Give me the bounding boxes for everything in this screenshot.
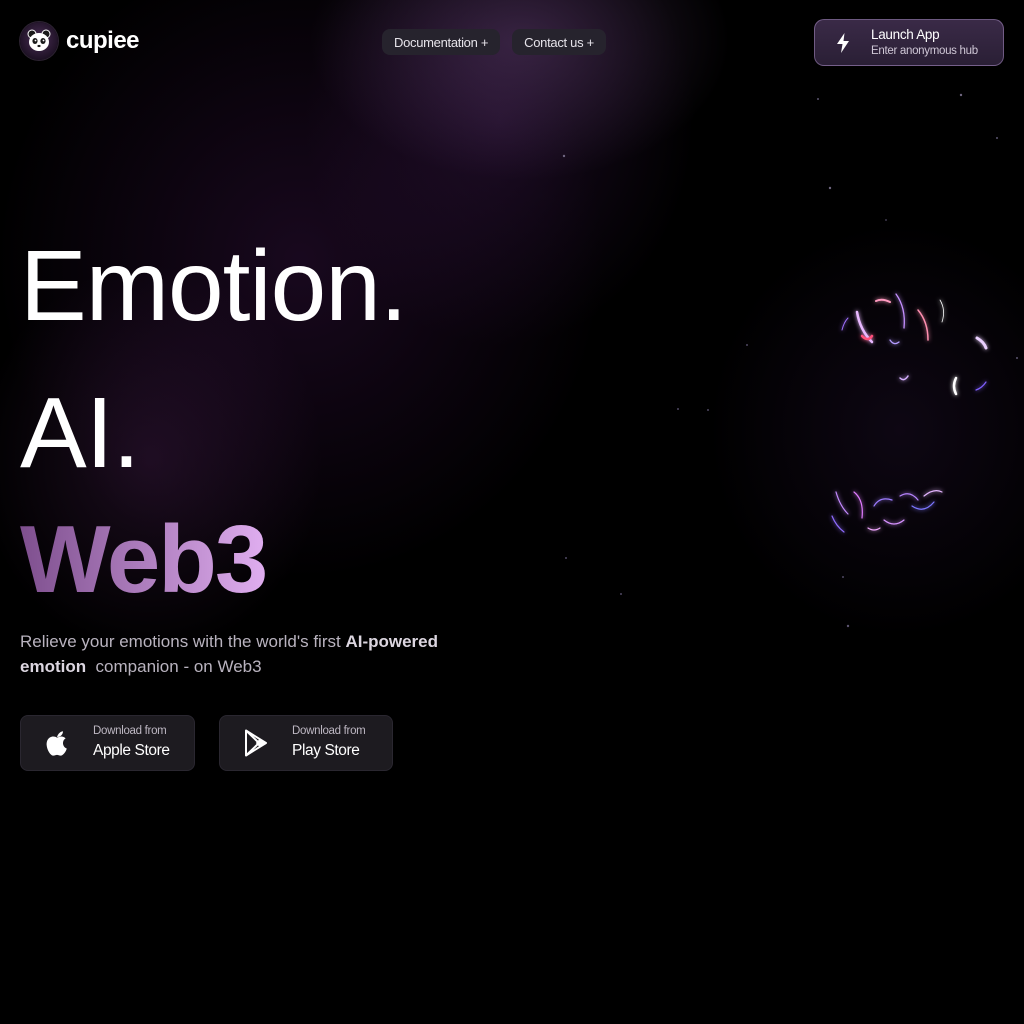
play-store-text: Download from Play Store bbox=[292, 725, 366, 760]
panda-logo-icon bbox=[20, 22, 58, 60]
lightning-icon bbox=[815, 32, 871, 53]
description-text-end: companion - on Web3 bbox=[86, 657, 262, 676]
nav-contact-us[interactable]: Contact us + bbox=[512, 29, 606, 55]
hero-description: Relieve your emotions with the world's f… bbox=[20, 629, 440, 679]
hero-heading-web3: Web3 bbox=[20, 506, 268, 613]
apple-store-caption: Download from bbox=[93, 725, 167, 738]
hero-heading-emotion: Emotion. bbox=[20, 230, 408, 342]
launch-app-button[interactable]: Launch App Enter anonymous hub bbox=[814, 19, 1004, 66]
hero-heading-ai: AI. bbox=[20, 377, 140, 489]
play-store-label: Play Store bbox=[292, 742, 360, 760]
brand-name: cupiee bbox=[66, 27, 140, 54]
play-store-caption: Download from bbox=[292, 725, 366, 738]
launch-app-subtitle: Enter anonymous hub bbox=[871, 44, 978, 57]
top-nav: Documentation + Contact us + bbox=[382, 29, 606, 55]
brand-logo[interactable]: cupiee bbox=[20, 22, 140, 60]
nav-documentation[interactable]: Documentation + bbox=[382, 29, 501, 55]
launch-app-title: Launch App bbox=[871, 26, 940, 42]
apple-store-download-button[interactable]: Download from Apple Store bbox=[20, 715, 195, 771]
play-store-icon bbox=[220, 729, 292, 757]
apple-store-text: Download from Apple Store bbox=[93, 725, 170, 760]
apple-store-label: Apple Store bbox=[93, 742, 170, 760]
apple-icon bbox=[21, 729, 93, 757]
description-text-start: Relieve your emotions with the world's f… bbox=[20, 632, 346, 651]
launch-app-text: Launch App Enter anonymous hub bbox=[871, 27, 978, 58]
play-store-download-button[interactable]: Download from Play Store bbox=[219, 715, 393, 771]
emotion-particles-graphic bbox=[831, 293, 988, 533]
